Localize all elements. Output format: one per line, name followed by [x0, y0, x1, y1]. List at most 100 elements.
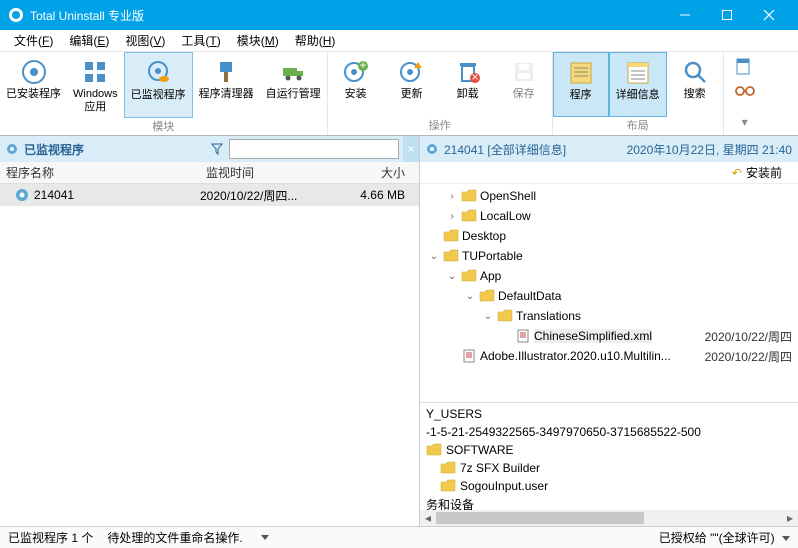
search-icon	[681, 58, 709, 86]
details-pane: ↶ 安装前 ›OpenShell›LocalLowDesktop⌄TUPorta…	[420, 162, 798, 526]
registry-text: 7z SFX Builder	[460, 461, 540, 475]
search-input[interactable]	[229, 139, 399, 159]
minimize-button[interactable]	[664, 0, 706, 30]
update-button[interactable]: 更新	[384, 52, 440, 117]
grid-icon	[81, 58, 109, 86]
save-button[interactable]: 保存	[496, 52, 552, 117]
toggle-icon[interactable]: ›	[446, 191, 458, 202]
list-icon	[624, 59, 652, 87]
info-row: 已监视程序 × 214041 [全部详细信息] 2020年10月22日, 星期四…	[0, 136, 798, 162]
uninstall-button[interactable]: ×卸载	[440, 52, 496, 117]
node-name: Desktop	[462, 229, 506, 243]
menu-h[interactable]: 帮助(H)	[287, 30, 344, 51]
node-name: LocalLow	[480, 209, 531, 223]
menu-m[interactable]: 模块(M)	[229, 30, 287, 51]
programs-button[interactable]: 程序	[553, 52, 609, 117]
disc-eye-icon	[144, 59, 172, 87]
col-time[interactable]: 监视时间	[200, 164, 340, 181]
ribbon-dropdown[interactable]: ▾	[734, 115, 756, 129]
item-icon	[424, 141, 440, 157]
license-info: 已授权给 ""(全球许可)	[659, 529, 790, 546]
group-label: 模块	[152, 118, 174, 136]
menu-f[interactable]: 文件(F)	[6, 30, 61, 51]
brush-icon	[212, 58, 240, 86]
panel-title: 已监视程序	[24, 141, 84, 158]
node-name: ChineseSimplified.xml	[534, 329, 652, 343]
installed-programs-button[interactable]: 已安装程序	[0, 52, 67, 118]
registry-list: Y_USERS -1-5-21-2549322565-3497970650-371…	[420, 402, 798, 526]
registry-line[interactable]: Y_USERS	[424, 405, 794, 423]
toggle-icon[interactable]: ⌄	[464, 291, 476, 302]
selected-info: 214041 [全部详细信息]	[444, 141, 566, 158]
autorun-button[interactable]: 自运行管理	[260, 52, 327, 118]
program-size: 4.66 MB	[340, 188, 419, 202]
node-name: Adobe.Illustrator.2020.u10.Multilin...	[480, 349, 671, 363]
registry-line[interactable]: -1-5-21-2549322565-3497970650-3715685522…	[424, 423, 794, 441]
file-tree: › OpenShell › LocalLow Desktop ⌄TUPortable⌄Ap…	[420, 184, 798, 402]
monitored-icon	[4, 141, 20, 157]
toggle-icon[interactable]: ›	[446, 211, 458, 222]
registry-line[interactable]: SogouInput.user	[424, 477, 794, 495]
truck-icon	[279, 58, 307, 86]
tree-node[interactable]: ⌄ Translations	[420, 306, 798, 326]
tree-node[interactable]: ⌄App	[420, 266, 798, 286]
status-bar: 已监视程序 1 个 待处理的文件重命名操作. 已授权给 ""(全球许可)	[0, 526, 798, 548]
list-body: 214041 2020/10/22/周四... 4.66 MB	[0, 184, 419, 526]
title-bar: Total Uninstall 专业版	[0, 0, 798, 30]
status-dropdown-icon[interactable]	[261, 535, 269, 540]
program-name: 214041	[34, 188, 74, 202]
menu-e[interactable]: 编辑(E)	[61, 30, 117, 51]
col-name[interactable]: 程序名称	[0, 164, 200, 181]
registry-line[interactable]: 7z SFX Builder	[424, 459, 794, 477]
horizontal-scrollbar[interactable]: ◂▸	[420, 510, 798, 526]
list-header: 程序名称 监视时间 大小	[0, 162, 419, 184]
timestamp: 2020年10月22日, 星期四 21:40	[627, 141, 798, 158]
toggle-icon[interactable]: ⌄	[428, 251, 440, 262]
node-name: Translations	[516, 309, 581, 323]
node-name: DefaultData	[498, 289, 561, 303]
registry-text: SOFTWARE	[446, 443, 514, 457]
tree-node[interactable]: › LocalLow	[420, 206, 798, 226]
trash-icon: ×	[454, 58, 482, 86]
tree-node[interactable]: Adobe.Illustrator.2020.u10.Multilin...20…	[420, 346, 798, 366]
clear-search-button[interactable]: ×	[403, 136, 419, 162]
search-button[interactable]: 搜索	[667, 52, 723, 117]
tree-node[interactable]: › OpenShell	[420, 186, 798, 206]
menu-bar: 文件(F)编辑(E)视图(V)工具(T)模块(M)帮助(H)	[0, 30, 798, 52]
program-time: 2020/10/22/周四...	[200, 187, 340, 204]
cleaner-button[interactable]: 程序清理器	[193, 52, 260, 118]
tree-node[interactable]: ChineseSimplified.xml 2020/10/22/周四	[420, 326, 798, 346]
monitored-programs-button[interactable]: 已监视程序	[124, 52, 193, 118]
filter-icon[interactable]	[209, 141, 225, 157]
node-date: 2020/10/22/周四	[705, 328, 798, 345]
license-dropdown-icon[interactable]	[782, 536, 790, 541]
node-name: OpenShell	[480, 189, 536, 203]
svg-text:×: ×	[471, 70, 478, 84]
maximize-button[interactable]	[706, 0, 748, 30]
close-button[interactable]	[748, 0, 790, 30]
registry-line[interactable]: SOFTWARE	[424, 441, 794, 459]
group-label: 操作	[429, 117, 451, 135]
right-panel-header: 214041 [全部详细信息] 2020年10月22日, 星期四 21:40	[420, 136, 798, 162]
details-button[interactable]: 详细信息	[609, 52, 667, 117]
registry-text: -1-5-21-2549322565-3497970650-3715685522…	[426, 425, 701, 439]
col-size[interactable]: 大小	[340, 164, 419, 181]
windows-apps-button[interactable]: Windows应用	[67, 52, 124, 118]
main-content: 程序名称 监视时间 大小 214041 2020/10/22/周四... 4.6…	[0, 162, 798, 526]
menu-v[interactable]: 视图(V)	[117, 30, 173, 51]
toggle-icon[interactable]: ⌄	[446, 271, 458, 282]
doc-icon[interactable]	[734, 58, 756, 79]
svg-text:+: +	[359, 58, 366, 72]
glasses-icon[interactable]	[734, 84, 756, 101]
tree-node[interactable]: Desktop	[420, 226, 798, 246]
disc-plus-icon: +	[342, 58, 370, 86]
tree-node[interactable]: ⌄ DefaultData	[420, 286, 798, 306]
install-button[interactable]: +安装	[328, 52, 384, 117]
list-item[interactable]: 214041 2020/10/22/周四... 4.66 MB	[0, 184, 419, 206]
toggle-icon[interactable]: ⌄	[482, 311, 494, 322]
tree-node[interactable]: ⌄TUPortable	[420, 246, 798, 266]
group-label: 布局	[627, 117, 649, 135]
tree-header-label: 安装前	[746, 164, 782, 181]
disc-icon	[20, 58, 48, 86]
menu-t[interactable]: 工具(T)	[173, 30, 228, 51]
